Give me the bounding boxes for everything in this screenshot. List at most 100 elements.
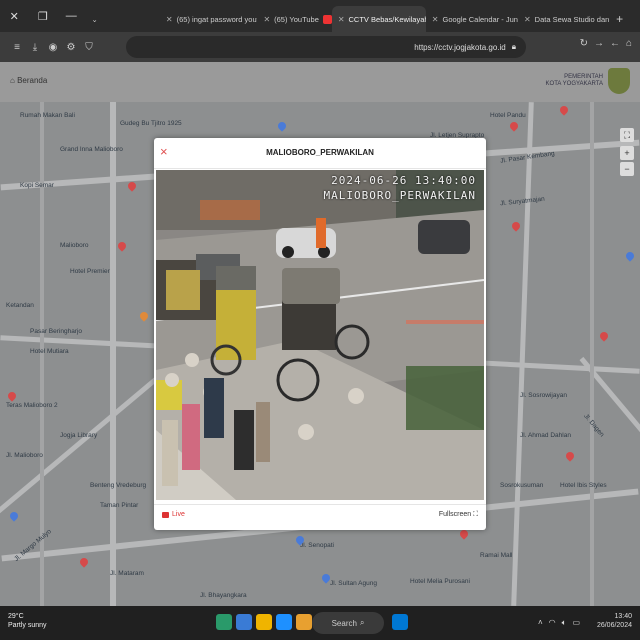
forward-icon[interactable]: → [594, 38, 604, 49]
map-pin-icon[interactable] [558, 104, 570, 116]
map-pin-icon[interactable] [564, 450, 576, 462]
map-pin-icon[interactable] [510, 220, 522, 232]
map-label: Hotel Mutiara [30, 348, 69, 355]
reload-icon[interactable]: ↻ [580, 38, 588, 49]
chevron-up-icon[interactable]: ˄ [538, 618, 543, 628]
tab-youtube[interactable]: ✕ (65) YouTube [257, 6, 332, 32]
tab-label: Google Calendar - June 2024 [442, 14, 518, 24]
live-label: Live [172, 511, 185, 518]
url-field[interactable]: https://cctv.jogjakota.go.id 🔒︎ [126, 36, 526, 58]
map-pin-icon[interactable] [6, 390, 18, 402]
download-icon[interactable]: ⤓ [26, 42, 44, 53]
map-pin-icon[interactable] [138, 310, 150, 322]
map-pin-icon[interactable] [508, 120, 520, 132]
shield-icon[interactable]: ⛉ [80, 42, 98, 53]
map-label: Jl. Bhayangkara [200, 592, 247, 599]
modal-footer: Live Fullscreen ⛶ [154, 504, 486, 529]
tab-google-calendar[interactable]: ✕ Google Calendar - June 2024 [426, 6, 518, 32]
windows-start-icon[interactable] [392, 614, 408, 630]
profile-icon[interactable]: ◉ [44, 42, 62, 53]
map-label: Kopi Semar [20, 182, 54, 189]
tab-cctv[interactable]: ✕ CCTV Bebas/Kewilayahan | Pr [331, 6, 426, 32]
minimize-window-icon[interactable]: — [57, 0, 86, 32]
map-label: Jl. Sosrowijayan [520, 392, 567, 399]
new-tab-button[interactable]: + [610, 6, 640, 32]
close-tab-icon[interactable]: ✕ [432, 15, 439, 24]
map-label: Jl. Ahmad Dahlan [520, 432, 571, 439]
weather-widget[interactable]: 29°C Partly sunny [8, 612, 47, 630]
map-pin-icon[interactable] [624, 250, 636, 262]
window-controls: ✕ ❐ — [0, 0, 86, 32]
map-label: Benteng Vredeburg [90, 482, 147, 489]
overlay-camera-name: MALIOBORO_PERWAKILAN [323, 188, 476, 202]
back-icon[interactable]: ← [610, 38, 620, 49]
map-pin-icon[interactable] [78, 556, 90, 568]
edge-icon[interactable] [216, 614, 232, 630]
zoom-out-icon[interactable]: − [620, 162, 634, 176]
store-icon[interactable] [276, 614, 292, 630]
map-label: Hotel Melia Purosani [410, 578, 470, 585]
modal-title: MALIOBORO_PERWAKILAN [266, 148, 374, 157]
map-pin-icon[interactable] [458, 528, 470, 540]
battery-icon[interactable]: ▭ [572, 618, 580, 628]
tab-youtube-password[interactable]: ✕ (65) ingat password youtube [160, 6, 258, 32]
maximize-window-icon[interactable]: ❐ [29, 0, 58, 32]
map-label: Ramai Mall [480, 552, 513, 559]
home-icon[interactable]: ⌂ [626, 38, 632, 49]
live-indicator[interactable]: Live [162, 511, 185, 518]
tab-label: CCTV Bebas/Kewilayahan | Pr [348, 14, 426, 24]
menu-icon[interactable]: ≡ [8, 42, 26, 53]
fullscreen-map-icon[interactable]: ⛶ [620, 128, 634, 142]
modal-header: MALIOBORO_PERWAKILAN × [154, 138, 486, 169]
taskbar: 29°C Partly sunny Search ⌕ ˄ ◠ 🔈︎ ▭ 13:4… [0, 606, 640, 640]
close-tab-icon[interactable]: ✕ [338, 15, 345, 24]
chevron-down-icon: ⌄ [91, 14, 98, 24]
map-label: Ketandan [6, 302, 34, 309]
close-tab-icon[interactable]: ✕ [524, 15, 531, 24]
map-label: Teras Malioboro 2 [6, 402, 58, 409]
youtube-icon [322, 14, 332, 24]
taskbar-app-icon[interactable] [236, 614, 252, 630]
system-tray: ˄ ◠ 🔈︎ ▭ [538, 618, 580, 628]
map-road [511, 102, 534, 606]
wifi-icon[interactable]: ◠ [549, 618, 556, 628]
map-label: Jl. Mataram [110, 570, 144, 577]
tab-list-button[interactable]: ⌄ [86, 6, 160, 32]
brand-line-1: PEMERINTAH [564, 73, 603, 80]
close-window-icon[interactable]: ✕ [0, 0, 29, 32]
browser-tools: ≡ ⤓ ◉ ⚙ ⛉ [8, 42, 98, 53]
fullscreen-button[interactable]: Fullscreen ⛶ [439, 511, 478, 519]
breadcrumb[interactable]: ⌂ Beranda [10, 76, 47, 85]
map-pin-icon[interactable] [598, 330, 610, 342]
site-brand[interactable]: PEMERINTAH KOTA YOGYAKARTA [546, 68, 630, 94]
map-label: Jl. Senopati [300, 542, 334, 549]
map-pin-icon[interactable] [276, 120, 288, 132]
search-label: Search [331, 618, 357, 628]
volume-icon[interactable]: 🔈︎ [562, 618, 567, 628]
map-label: Hotel Premier [70, 268, 110, 275]
map-pin-icon[interactable] [116, 240, 128, 252]
extensions-icon[interactable]: ⚙ [62, 42, 80, 53]
clock[interactable]: 13:40 26/06/2024 [597, 612, 632, 630]
browser-tab-bar: ✕ ❐ — ⌄ ✕ (65) ingat password youtube ✕ … [0, 0, 640, 32]
map-label: Jogja Library [60, 432, 98, 439]
folder-icon[interactable] [256, 614, 272, 630]
close-icon[interactable]: × [160, 144, 168, 159]
lock-icon[interactable]: 🔒︎ [512, 42, 516, 52]
map-label: Jl. Sultan Agung [330, 580, 377, 587]
map-pin-icon[interactable] [126, 180, 138, 192]
close-tab-icon[interactable]: ✕ [263, 15, 270, 24]
taskbar-search[interactable]: Search ⌕ [312, 612, 384, 634]
tab-data-sewa[interactable]: ✕ Data Sewa Studio dan Rental [518, 6, 610, 32]
map-pin-icon[interactable] [8, 510, 20, 522]
map-label: Jl. Suryatmajan [499, 195, 546, 208]
close-tab-icon[interactable]: ✕ [166, 15, 173, 24]
zoom-in-icon[interactable]: + [620, 146, 634, 160]
taskbar-app-icon[interactable] [296, 614, 312, 630]
cctv-video[interactable]: 2024-06-26 13:40:00 MALIOBORO_PERWAKILAN [156, 170, 484, 500]
overlay-timestamp: 2024-06-26 13:40:00 [331, 174, 476, 187]
brand-text: PEMERINTAH KOTA YOGYAKARTA [546, 74, 603, 88]
tab-label: (65) ingat password youtube [176, 14, 258, 24]
cctv-modal: MALIOBORO_PERWAKILAN × 2024-06-26 13:40:… [154, 138, 486, 530]
map-label: Hotel Pandu [490, 112, 526, 119]
